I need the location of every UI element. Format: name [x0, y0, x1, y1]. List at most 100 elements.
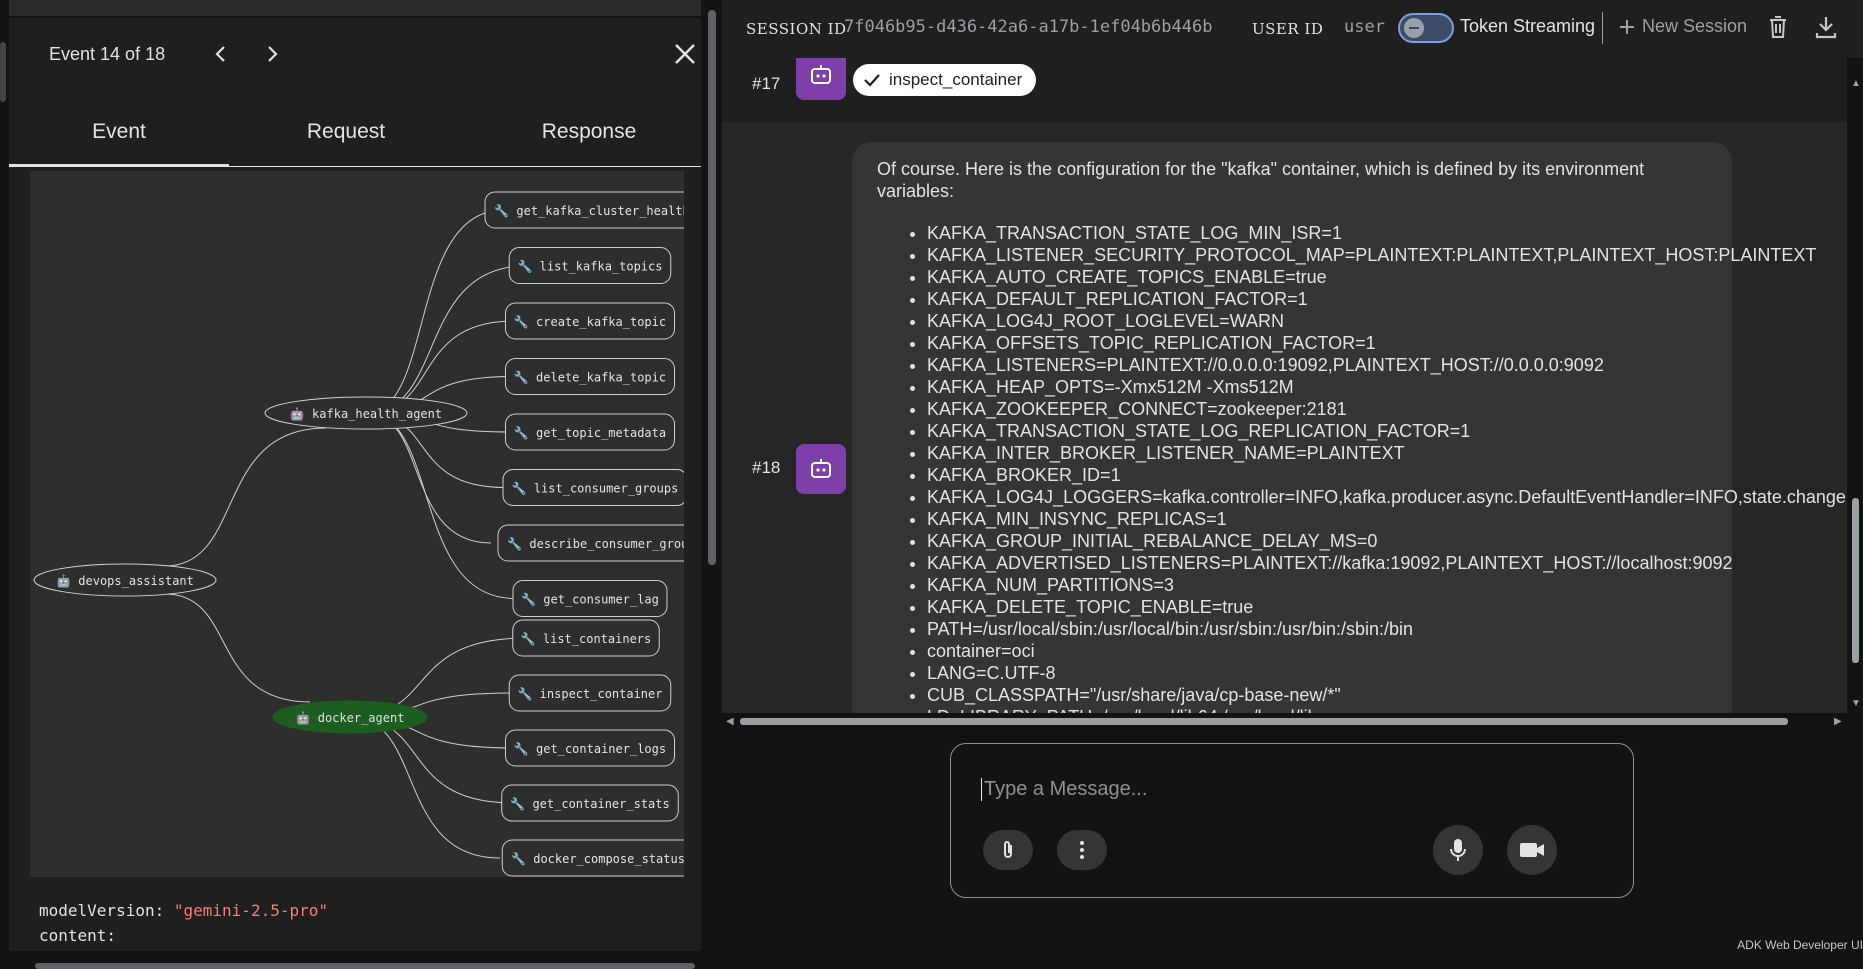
env-var-item: PATH=/usr/local/sbin:/usr/local/bin:/usr… — [927, 618, 1847, 640]
download-button[interactable] — [1814, 14, 1838, 45]
env-var-item: KAFKA_DEFAULT_REPLICATION_FACTOR=1 — [927, 288, 1847, 310]
event-row-17[interactable]: #17 inspect_container — [722, 58, 1847, 122]
event-number: #18 — [752, 458, 781, 477]
graph-edge — [349, 716, 501, 859]
tool-node-label: 🔧 create_kafka_topic — [514, 314, 666, 329]
env-var-item: KAFKA_HEAP_OPTS=-Xmx512M -Xms512M — [927, 376, 1847, 398]
camera-button[interactable] — [1507, 825, 1557, 875]
event-row-18[interactable]: #18 Of course. Here is the configuration… — [722, 122, 1847, 713]
tool-node-label: 🔧 get_kafka_cluster_health — [494, 203, 684, 218]
env-var-item: container=oci — [927, 640, 1847, 662]
microphone-icon — [1450, 839, 1466, 861]
next-event-button[interactable] — [256, 38, 288, 70]
chat-area: SESSION ID 7f046b95-d436-42a6-a17b-1ef04… — [722, 0, 1863, 952]
toggle-knob — [1404, 18, 1424, 38]
more-vert-icon — [1080, 841, 1084, 859]
env-var-item: KAFKA_INTER_BROKER_LISTENER_NAME=PLAINTE… — [927, 442, 1847, 464]
tool-node-label: 🔧 docker_compose_status — [511, 851, 684, 866]
check-icon — [864, 74, 880, 87]
paperclip-icon — [1004, 841, 1012, 858]
env-var-item: KAFKA_DELETE_TOPIC_ENABLE=true — [927, 596, 1847, 618]
event-header: Event 14 of 18 — [9, 18, 707, 90]
token-streaming-toggle[interactable] — [1398, 13, 1454, 43]
env-var-item: KAFKA_TRANSACTION_STATE_LOG_REPLICATION_… — [927, 420, 1847, 442]
graph-edge — [365, 265, 529, 414]
event-tabs: Event Request Response — [9, 102, 707, 167]
attach-button[interactable] — [983, 830, 1033, 870]
tool-node-label: 🔧 list_kafka_topics — [518, 259, 663, 274]
panel-scrollbar-thumb[interactable] — [708, 10, 716, 565]
env-var-list: KAFKA_TRANSACTION_STATE_LOG_MIN_ISR=1KAF… — [877, 222, 1847, 713]
event-title: Event 14 of 18 — [49, 44, 166, 64]
env-var-item: KAFKA_LOG4J_ROOT_LOGLEVEL=WARN — [927, 310, 1847, 332]
chevron-left-icon — [215, 46, 225, 62]
model-version-key: modelVersion: — [39, 901, 165, 920]
chat-vertical-scrollbar[interactable]: ▲ ▼ — [1847, 58, 1863, 713]
tool-node-label: 🔧 list_consumer_groups — [512, 481, 679, 496]
session-toolbar: SESSION ID 7f046b95-d436-42a6-a17b-1ef04… — [722, 0, 1863, 58]
user-id-label: USER ID — [1252, 20, 1324, 38]
env-var-item: KAFKA_NUM_PARTITIONS=3 — [927, 574, 1847, 596]
message-composer: Type a Message... — [950, 743, 1634, 898]
panel-resize-handle[interactable] — [0, 42, 6, 102]
env-var-item: CUB_CLASSPATH="/usr/share/java/cp-base-n… — [927, 684, 1847, 706]
scroll-up-arrow[interactable]: ▲ — [1851, 78, 1861, 89]
panel-top-strip — [9, 0, 707, 16]
env-var-item: KAFKA_BROKER_ID=1 — [927, 464, 1847, 486]
model-version-value: "gemini-2.5-pro" — [173, 901, 328, 920]
tool-node-label: 🔧 inspect_container — [518, 686, 663, 701]
tool-node-label: 🔧 get_topic_metadata — [514, 425, 666, 440]
plus-icon — [1620, 19, 1634, 34]
toolbar-divider — [1602, 12, 1603, 44]
trash-icon — [1770, 16, 1786, 38]
env-var-item: KAFKA_ADVERTISED_LISTENERS=PLAINTEXT://k… — [927, 552, 1847, 574]
tab-event[interactable]: Event — [9, 120, 229, 144]
previous-event-button[interactable] — [205, 38, 237, 70]
message-input[interactable]: Type a Message... — [981, 778, 1147, 801]
function-response-pill[interactable]: inspect_container — [853, 64, 1037, 96]
new-session-button[interactable]: New Session — [1618, 16, 1747, 37]
env-var-item: KAFKA_OFFSETS_TOPIC_REPLICATION_FACTOR=1 — [927, 332, 1847, 354]
event-detail-panel: Event 14 of 18 Event Request Response 🤖 … — [9, 18, 707, 969]
graph-edge — [164, 427, 327, 567]
graph-edge — [365, 412, 492, 544]
panel-horizontal-scrollbar[interactable] — [35, 963, 695, 969]
message-intro: Of course. Here is the configuration for… — [877, 159, 1645, 201]
chat-scrollbar-thumb[interactable] — [1852, 498, 1859, 663]
new-session-label: New Session — [1642, 16, 1748, 36]
delete-session-button[interactable] — [1766, 14, 1790, 45]
agent-graph: 🤖 devops_assistant 🤖 kafka_health_agent 🤖 … — [30, 171, 684, 877]
agent-node-label: 🤖 docker_agent — [296, 711, 405, 725]
env-var-item: KAFKA_GROUP_INITIAL_REBALANCE_DELAY_MS=0 — [927, 530, 1847, 552]
content-line: content: — [39, 923, 328, 948]
chat-horizontal-scrollbar[interactable]: ◀ ▶ — [722, 713, 1863, 729]
tool-node-label: 🔧 get_container_logs — [514, 741, 666, 756]
bot-avatar — [796, 444, 846, 494]
env-var-item: KAFKA_AUTO_CREATE_TOPICS_ENABLE=true — [927, 266, 1847, 288]
agent-node-label: 🤖 kafka_health_agent — [290, 407, 442, 421]
chat-hscroll-thumb[interactable] — [740, 718, 1788, 725]
chevron-right-icon — [268, 46, 278, 62]
event-number: #17 — [752, 74, 781, 93]
tab-request[interactable]: Request — [236, 120, 456, 144]
bot-message-bubble: Of course. Here is the configuration for… — [852, 142, 1847, 713]
agent-node-label: 🤖 devops_assistant — [56, 574, 194, 588]
robot-icon — [811, 459, 831, 478]
close-panel-button[interactable] — [669, 38, 701, 70]
tab-response[interactable]: Response — [479, 120, 699, 144]
microphone-button[interactable] — [1433, 825, 1483, 875]
download-icon — [1815, 17, 1837, 39]
scroll-left-arrow[interactable]: ◀ — [726, 716, 734, 727]
panel-vertical-scrollbar[interactable] — [701, 0, 722, 951]
more-options-button[interactable] — [1057, 830, 1107, 870]
graph-edge — [164, 593, 311, 703]
scroll-down-arrow[interactable]: ▼ — [1851, 698, 1861, 709]
agent-graph-svg: 🤖 devops_assistant 🤖 kafka_health_agent 🤖 … — [33, 191, 684, 877]
tool-node-label: 🔧 delete_kafka_topic — [514, 370, 666, 385]
tool-node-label: 🔧 get_container_stats — [510, 796, 669, 811]
scroll-right-arrow[interactable]: ▶ — [1834, 716, 1842, 727]
content-key: content: — [39, 926, 117, 945]
env-var-item: KAFKA_LISTENER_SECURITY_PROTOCOL_MAP=PLA… — [927, 244, 1847, 266]
graph-edge — [365, 209, 505, 414]
env-var-item: KAFKA_LOG4J_LOGGERS=kafka.controller=INF… — [927, 486, 1847, 508]
